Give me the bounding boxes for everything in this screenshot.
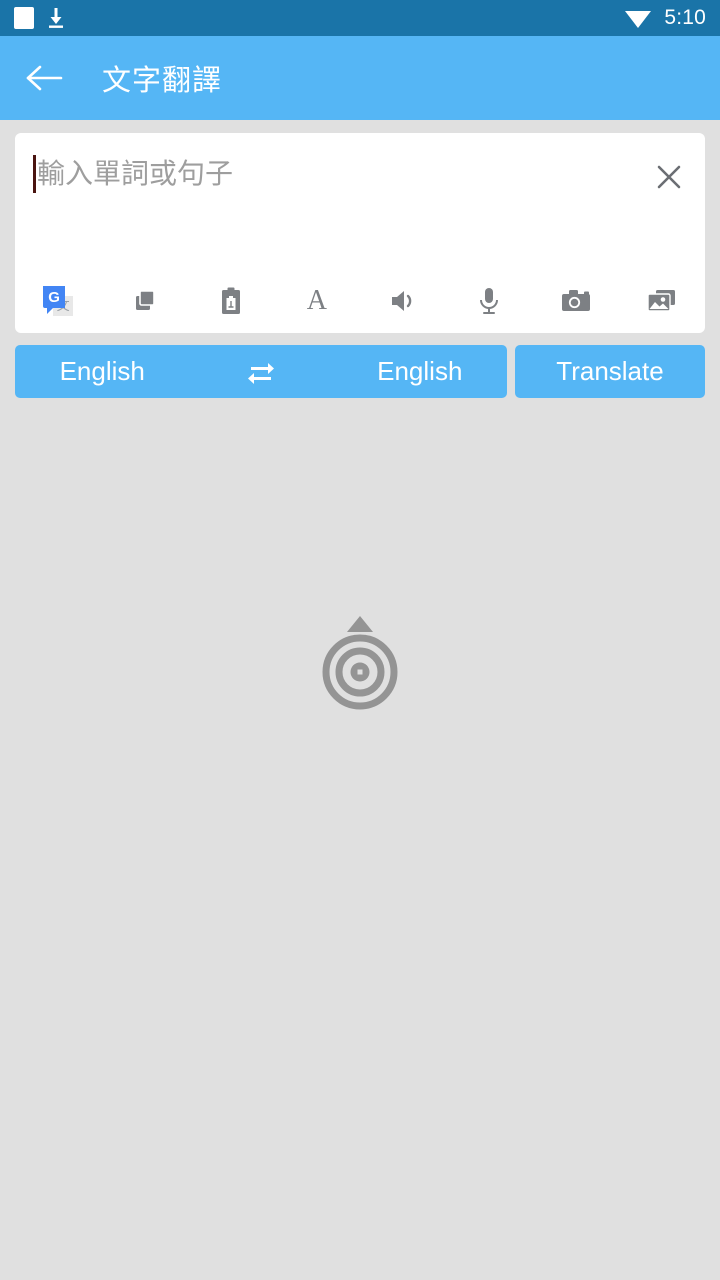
text-caret xyxy=(33,155,36,193)
text-input-placeholder: 輸入單詞或句子 xyxy=(37,157,234,190)
copy-button[interactable] xyxy=(101,275,187,327)
app-toolbar: 文字翻譯 xyxy=(0,36,720,120)
text-input-card[interactable]: 輸入單詞或句子 文 G xyxy=(15,133,705,333)
status-bar-clock: 5:10 xyxy=(664,6,706,29)
target-language-label[interactable]: English xyxy=(377,356,462,387)
voice-input-button[interactable] xyxy=(446,275,532,327)
source-language-label[interactable]: English xyxy=(60,356,145,387)
font-icon: A xyxy=(306,285,327,316)
close-icon xyxy=(657,165,681,189)
swap-arrows-icon xyxy=(247,362,274,384)
target-bullseye-icon xyxy=(322,615,398,709)
download-icon-svg xyxy=(49,8,63,28)
white-square-icon xyxy=(14,7,34,29)
gallery-button[interactable] xyxy=(619,275,705,327)
google-translate-icon: 文 G xyxy=(43,286,74,316)
back-arrow-icon xyxy=(26,65,63,91)
input-tools-row: 文 G A xyxy=(15,275,705,327)
page-title: 文字翻譯 xyxy=(102,63,223,97)
language-bar: English English Translate xyxy=(0,345,720,398)
paste-icon xyxy=(221,287,240,314)
status-bar: 5:10 xyxy=(0,0,720,36)
clear-text-button[interactable] xyxy=(647,155,691,199)
camera-button[interactable] xyxy=(533,275,619,327)
language-selector[interactable]: English English xyxy=(15,345,507,398)
font-button[interactable]: A xyxy=(274,275,360,327)
translate-button-label: Translate xyxy=(556,356,664,386)
microphone-icon xyxy=(480,288,499,314)
back-button[interactable] xyxy=(14,48,74,108)
gallery-icon xyxy=(647,290,675,312)
copy-icon xyxy=(136,290,156,310)
camera-icon xyxy=(561,290,590,311)
paste-button[interactable] xyxy=(188,275,274,327)
app-screen: 5:10 文字翻譯 輸入單詞或句子 文 G xyxy=(0,0,720,1280)
swap-languages-button[interactable] xyxy=(234,345,288,398)
google-translate-button[interactable]: 文 G xyxy=(15,275,101,327)
translate-button[interactable]: Translate xyxy=(515,345,705,398)
watermark-area xyxy=(0,600,720,720)
speaker-icon xyxy=(392,291,412,311)
google-translate-icon-g: G xyxy=(43,286,66,314)
speak-button[interactable] xyxy=(360,275,446,327)
text-input-area[interactable]: 輸入單詞或句子 xyxy=(33,155,233,193)
download-icon xyxy=(46,7,66,29)
wifi-icon xyxy=(625,11,652,28)
status-bar-right-icons: 5:10 xyxy=(624,6,706,30)
status-bar-left-icons xyxy=(14,7,66,29)
